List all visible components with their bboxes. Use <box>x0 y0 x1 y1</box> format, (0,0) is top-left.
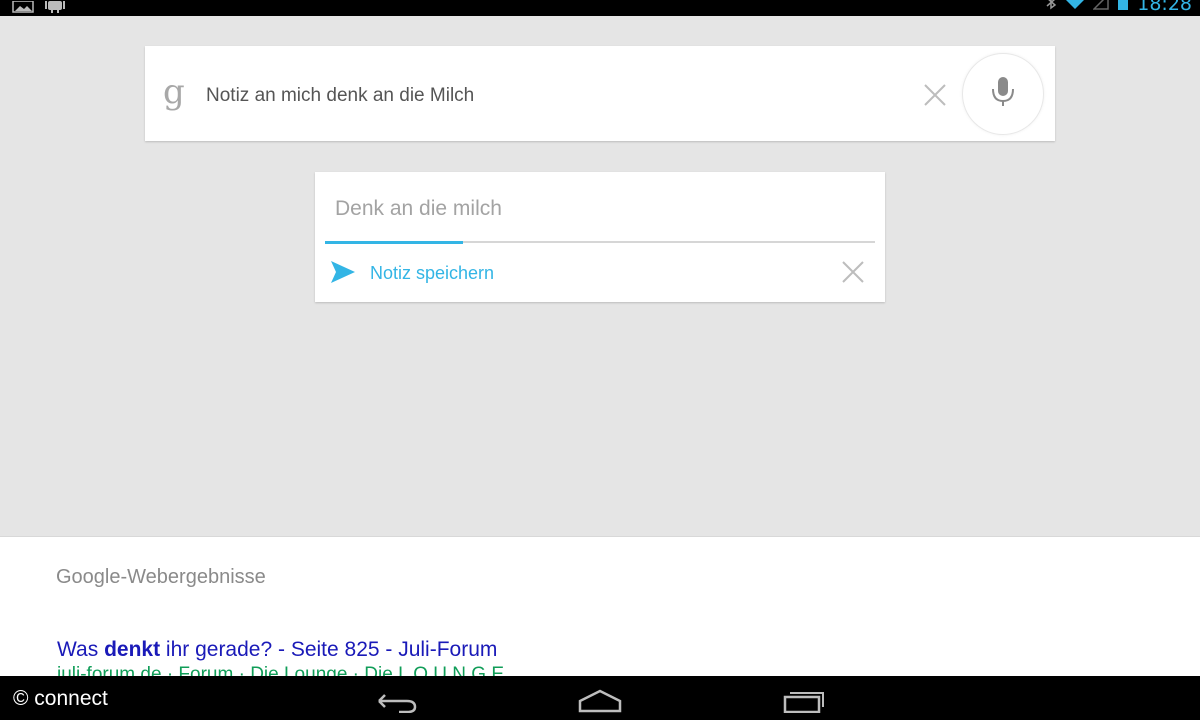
close-icon[interactable] <box>920 80 950 110</box>
results-heading: Google-Webergebnisse <box>56 566 266 588</box>
wifi-icon <box>1065 0 1085 15</box>
home-button[interactable] <box>576 688 624 718</box>
result-link[interactable]: Was denkt ihr gerade? - Seite 825 - Juli… <box>57 637 497 663</box>
result-title-part: ihr gerade? - Seite 825 - Juli-Forum <box>160 638 498 661</box>
search-query-input[interactable]: Notiz an mich denk an die Milch <box>206 84 474 108</box>
status-bar: 18:28 <box>0 0 1200 16</box>
navigation-bar: © connect <box>0 676 1200 720</box>
battery-icon <box>1117 0 1129 15</box>
back-button[interactable] <box>374 688 420 718</box>
recent-apps-icon <box>781 689 827 718</box>
notification-icons <box>12 0 66 16</box>
send-icon[interactable] <box>330 260 356 284</box>
google-logo: g <box>163 72 185 112</box>
back-icon <box>375 689 419 718</box>
close-icon[interactable] <box>840 259 866 285</box>
save-note-button[interactable]: Notiz speichern <box>370 261 494 285</box>
watermark: © connect <box>13 687 108 710</box>
result-title-highlight: denkt <box>104 638 161 661</box>
recent-apps-button[interactable] <box>780 688 828 718</box>
signal-icon <box>1092 0 1109 15</box>
web-results-panel: Google-Webergebnisse Was denkt ihr gerad… <box>0 536 1200 676</box>
microphone-icon <box>990 75 1016 114</box>
home-icon <box>577 689 623 718</box>
voice-search-button[interactable] <box>962 53 1044 135</box>
gallery-icon <box>12 0 34 18</box>
result-title-part: Was <box>57 638 105 661</box>
android-icon <box>44 0 66 18</box>
bluetooth-icon <box>1045 0 1057 15</box>
note-progress-bar <box>325 241 463 244</box>
result-url: juli-forum.de · Forum · Die Lounge · Die… <box>57 664 504 676</box>
note-text-field[interactable]: Denk an die milch <box>335 196 502 222</box>
clock: 18:28 <box>1137 0 1192 15</box>
system-icons: 18:28 <box>1045 0 1192 14</box>
